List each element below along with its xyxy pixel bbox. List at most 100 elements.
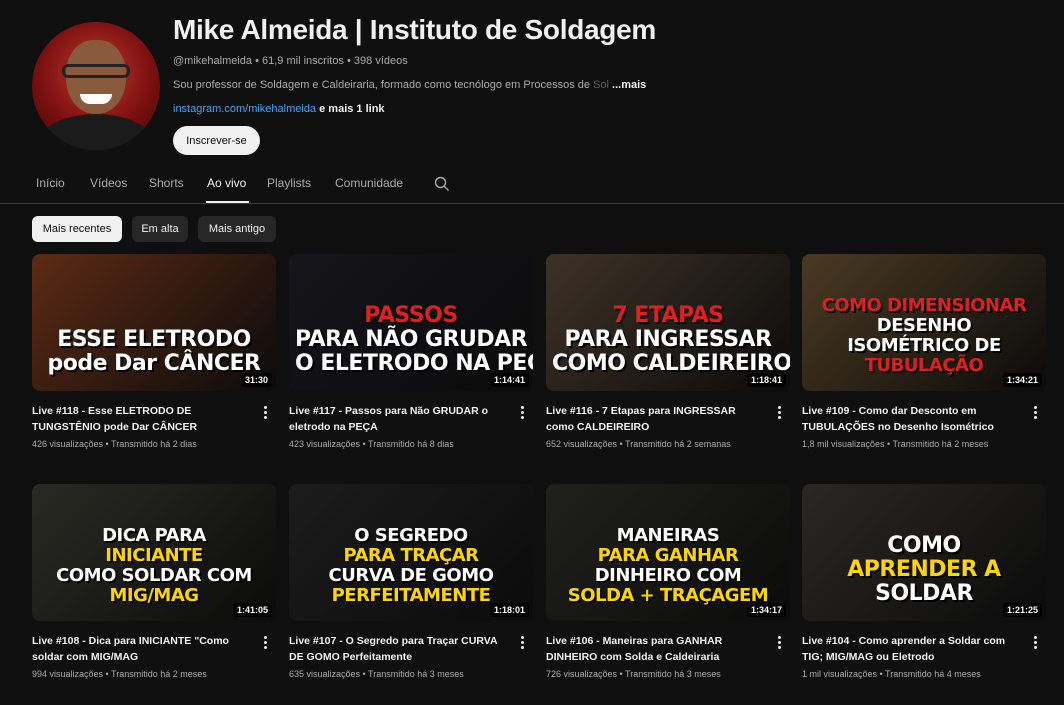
video-duration: 1:34:17 <box>746 603 786 617</box>
chip-mais-antigo[interactable]: Mais antigo <box>198 216 276 242</box>
search-icon[interactable] <box>434 176 450 192</box>
video-card[interactable]: O SEGREDO PARA TRAÇAR CURVA DE GOMO PERFEIT… <box>289 484 533 684</box>
video-title[interactable]: Live #107 - O Segredo para Traçar CURVA … <box>289 633 509 665</box>
more-options-icon[interactable] <box>1034 636 1038 650</box>
chip-em-alta[interactable]: Em alta <box>132 216 188 242</box>
video-views: 423 visualizações <box>289 439 361 449</box>
more-options-icon[interactable] <box>1034 406 1038 420</box>
kebab-dot <box>264 641 267 644</box>
video-views: 635 visualizações <box>289 669 361 679</box>
video-thumbnail[interactable]: ESSE ELETRODO pode Dar CÂNCER 31:30 <box>32 254 276 391</box>
video-title[interactable]: Live #104 - Como aprender a Soldar com T… <box>802 633 1022 665</box>
thumbnail-text: O SEGREDO <box>354 525 468 546</box>
video-streamed-date: Transmitido há 3 meses <box>368 669 464 679</box>
avatar-shirt <box>38 114 154 150</box>
video-views: 1,8 mil visualizações <box>802 439 885 449</box>
more-options-icon[interactable] <box>264 636 268 650</box>
video-meta: 1,8 mil visualizações • Transmitido há 2… <box>802 439 988 449</box>
video-thumbnail[interactable]: PASSOS PARA NÃO GRUDAR O ELETRODO NA PEÇA 1… <box>289 254 533 391</box>
video-card[interactable]: COMO DIMENSIONAR DESENHO ISOMÉTRICO DE TUBU… <box>802 254 1046 454</box>
meta-separator: • <box>255 55 263 67</box>
kebab-dot <box>778 406 781 409</box>
video-thumbnail[interactable]: COMO APRENDER A SOLDAR 1:21:25 <box>802 484 1046 621</box>
video-title[interactable]: Live #106 - Maneiras para GANHAR DINHEIR… <box>546 633 766 665</box>
avatar-smile <box>80 94 112 104</box>
thumbnail-text: DICA PARA <box>102 525 206 546</box>
meta-separator: • <box>617 439 626 449</box>
avatar-glasses <box>62 64 130 78</box>
tab-comunidade[interactable]: Comunidade <box>335 176 403 190</box>
video-thumbnail[interactable]: DICA PARA INICIANTE COMO SOLDAR COM MIG/MAG… <box>32 484 276 621</box>
instagram-link[interactable]: instagram.com/mikehalmeida <box>173 103 316 115</box>
thumbnail-text: ESSE ELETRODO <box>57 327 251 352</box>
thumbnail-text: 7 ETAPAS <box>612 303 724 328</box>
video-duration: 1:41:05 <box>232 603 272 617</box>
video-card[interactable]: PASSOS PARA NÃO GRUDAR O ELETRODO NA PEÇA 1… <box>289 254 533 454</box>
kebab-dot <box>778 646 781 649</box>
more-options-icon[interactable] <box>264 406 268 420</box>
thumbnail-text: MANEIRAS <box>616 525 720 546</box>
kebab-dot <box>264 411 267 414</box>
more-links-button[interactable]: e mais 1 link <box>319 103 384 115</box>
video-title[interactable]: Live #118 - Esse ELETRODO DE TUNGSTÊNIO … <box>32 403 252 435</box>
chip-mais-recentes[interactable]: Mais recentes <box>32 216 122 242</box>
video-meta: 423 visualizações • Transmitido há 8 dia… <box>289 439 454 449</box>
kebab-dot <box>521 416 524 419</box>
channel-video-count: 398 vídeos <box>353 55 408 67</box>
video-duration: 1:34:21 <box>1002 373 1042 387</box>
channel-tabs: Início Vídeos Shorts Ao vivo Playlists C… <box>0 168 1064 204</box>
video-title[interactable]: Live #117 - Passos para Não GRUDAR o ele… <box>289 403 509 435</box>
video-streamed-date: Transmitido há 2 meses <box>892 439 989 449</box>
more-options-icon[interactable] <box>521 406 525 420</box>
thumbnail-text: COMO DIMENSIONAR <box>821 295 1027 316</box>
tab-ao-vivo[interactable]: Ao vivo <box>207 176 246 190</box>
video-thumbnail[interactable]: O SEGREDO PARA TRAÇAR CURVA DE GOMO PERFEIT… <box>289 484 533 621</box>
meta-separator: • <box>617 669 626 679</box>
more-options-icon[interactable] <box>521 636 525 650</box>
video-card[interactable]: ESSE ELETRODO pode Dar CÂNCER 31:30 Live #1… <box>32 254 276 454</box>
channel-avatar[interactable] <box>32 22 160 150</box>
video-thumbnail[interactable]: 7 ETAPAS PARA INGRESSAR COMO CALDEIREIRO 1:… <box>546 254 790 391</box>
channel-links: instagram.com/mikehalmeida e mais 1 link <box>173 103 385 115</box>
thumbnail-text: COMO SOLDAR COM <box>56 565 252 586</box>
video-title[interactable]: Live #116 - 7 Etapas para INGRESSAR como… <box>546 403 766 435</box>
video-card[interactable]: MANEIRAS PARA GANHAR DINHEIRO COM SOLDA + T… <box>546 484 790 684</box>
kebab-dot <box>778 411 781 414</box>
video-card[interactable]: DICA PARA INICIANTE COMO SOLDAR COM MIG/MAG… <box>32 484 276 684</box>
thumbnail-text: COMO <box>887 533 961 558</box>
thumbnail-text: PARA NÃO GRUDAR <box>295 327 528 352</box>
more-options-icon[interactable] <box>778 636 782 650</box>
video-meta: 635 visualizações • Transmitido há 3 mes… <box>289 669 464 679</box>
thumbnail-text: PARA TRAÇAR <box>343 545 479 566</box>
description-more-link[interactable]: ...mais <box>612 79 646 91</box>
video-card[interactable]: 7 ETAPAS PARA INGRESSAR COMO CALDEIREIRO 1:… <box>546 254 790 454</box>
kebab-dot <box>521 641 524 644</box>
thumbnail-text: INICIANTE <box>105 545 203 566</box>
kebab-dot <box>1034 411 1037 414</box>
kebab-dot <box>264 416 267 419</box>
kebab-dot <box>264 406 267 409</box>
video-meta: 994 visualizações • Transmitido há 2 mes… <box>32 669 207 679</box>
kebab-dot <box>1034 416 1037 419</box>
video-duration: 1:18:01 <box>489 603 529 617</box>
subscribe-button[interactable]: Inscrever-se <box>173 126 260 155</box>
video-title[interactable]: Live #109 - Como dar Desconto em TUBULAÇ… <box>802 403 1022 435</box>
tab-inicio[interactable]: Início <box>36 176 65 190</box>
video-streamed-date: Transmitido há 8 dias <box>368 439 454 449</box>
video-thumbnail[interactable]: COMO DIMENSIONAR DESENHO ISOMÉTRICO DE TUBU… <box>802 254 1046 391</box>
tab-shorts[interactable]: Shorts <box>149 176 184 190</box>
video-thumbnail[interactable]: MANEIRAS PARA GANHAR DINHEIRO COM SOLDA + T… <box>546 484 790 621</box>
video-card[interactable]: COMO APRENDER A SOLDAR 1:21:25 Live #104 - C… <box>802 484 1046 684</box>
video-streamed-date: Transmitido há 4 meses <box>885 669 981 679</box>
channel-description[interactable]: Sou professor de Soldagem e Caldeiraria,… <box>173 79 646 91</box>
thumbnail-text: DINHEIRO COM <box>594 565 742 586</box>
video-views: 1 mil visualizações <box>802 669 878 679</box>
tab-playlists[interactable]: Playlists <box>267 176 311 190</box>
kebab-dot <box>521 646 524 649</box>
video-duration: 1:14:41 <box>489 373 529 387</box>
video-meta: 426 visualizações • Transmitido há 2 dia… <box>32 439 197 449</box>
video-views: 994 visualizações <box>32 669 104 679</box>
more-options-icon[interactable] <box>778 406 782 420</box>
video-title[interactable]: Live #108 - Dica para INICIANTE "Como so… <box>32 633 252 665</box>
tab-videos[interactable]: Vídeos <box>90 176 127 190</box>
